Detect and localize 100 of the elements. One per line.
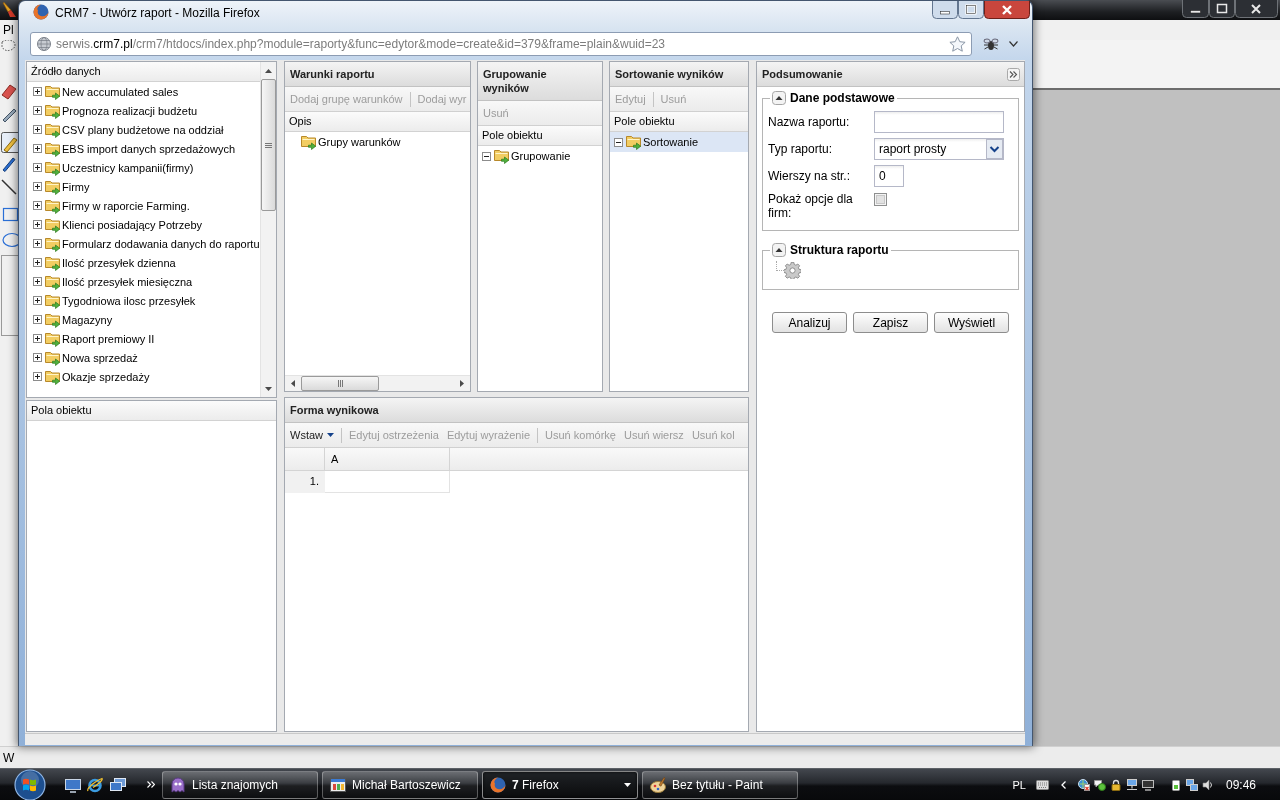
plus-box-icon[interactable] <box>33 372 42 381</box>
tree-item[interactable]: Okazje sprzedaży <box>27 367 260 386</box>
minimize-button[interactable] <box>1182 0 1209 18</box>
plus-box-icon[interactable] <box>33 125 42 134</box>
horizontal-scrollbar[interactable] <box>285 375 470 391</box>
select-field[interactable]: raport prosty <box>874 138 1004 160</box>
tree-item[interactable]: Firmy <box>27 177 260 196</box>
plus-box-icon[interactable] <box>33 277 42 286</box>
plus-box-icon[interactable] <box>33 296 42 305</box>
taskbar-button[interactable]: 7 Firefox <box>482 770 638 799</box>
maximize-button[interactable] <box>1209 0 1235 18</box>
up-arrow-icon[interactable] <box>265 69 272 73</box>
window-title: CRM7 - Utwórz raport - Mozilla Firefox <box>55 6 260 21</box>
plus-box-icon[interactable] <box>33 163 42 172</box>
tree-item[interactable]: New accumulated sales <box>27 82 260 101</box>
folder-icon <box>45 197 61 214</box>
collapse-icon[interactable] <box>772 91 786 105</box>
bug-icon[interactable] <box>983 37 999 51</box>
left-arrow-icon[interactable] <box>291 380 295 387</box>
tree-item[interactable]: CSV plany budżetowe na oddział <box>27 120 260 139</box>
star-icon[interactable] <box>949 36 966 52</box>
plus-box-icon[interactable] <box>33 239 42 248</box>
down-arrow-icon[interactable] <box>265 387 272 391</box>
caret-icon[interactable] <box>624 782 631 787</box>
folder-icon <box>45 83 61 100</box>
double-chevron-icon[interactable] <box>1007 68 1020 81</box>
plus-box-icon[interactable] <box>33 87 42 96</box>
plus-box-icon[interactable] <box>33 182 42 191</box>
plus-box-icon[interactable] <box>33 220 42 229</box>
e-globe-icon[interactable] <box>87 776 103 793</box>
tree-item[interactable]: Nowa sprzedaż <box>27 348 260 367</box>
tree-item[interactable]: Grupowanie <box>478 146 602 166</box>
plus-box-icon[interactable] <box>33 353 42 362</box>
two-screens-icon[interactable] <box>1185 778 1198 791</box>
clock[interactable]: 09:46 <box>1225 777 1256 792</box>
minus-box-icon[interactable] <box>482 151 491 161</box>
start-button[interactable] <box>14 768 46 800</box>
tree-item[interactable]: Grupy warunków <box>285 132 470 152</box>
minus-box-icon[interactable] <box>614 137 623 147</box>
folder-icon <box>626 134 642 150</box>
grid-cell[interactable] <box>325 471 450 493</box>
stacked-windows-icon[interactable] <box>110 776 126 793</box>
lock-icon[interactable] <box>1109 778 1122 791</box>
speech-bubble-icon[interactable] <box>1093 778 1106 791</box>
taskbar-button[interactable]: Michał Bartoszewicz <box>322 770 478 799</box>
folder-icon <box>45 235 61 252</box>
status-text: W <box>3 750 15 765</box>
vertical-scrollbar[interactable] <box>260 62 276 397</box>
computer-icon[interactable] <box>1125 778 1138 791</box>
caret-icon[interactable] <box>1009 41 1018 47</box>
plus-box-icon[interactable] <box>33 258 42 267</box>
column-header: Opis <box>285 112 470 132</box>
taskbar-button[interactable]: Bez tytułu - Paint <box>642 770 798 799</box>
action-button[interactable]: Wyświetl <box>934 312 1009 333</box>
monitor-icon[interactable] <box>1141 778 1154 791</box>
globe-icon[interactable] <box>1077 778 1090 791</box>
gear-icon[interactable] <box>784 262 801 279</box>
scrollbar-thumb[interactable] <box>261 79 276 211</box>
number-field[interactable]: 0 <box>874 165 904 187</box>
checkbox[interactable] <box>874 193 887 206</box>
tree-item[interactable]: Sortowanie <box>610 132 748 152</box>
folder-icon <box>45 311 61 328</box>
language-indicator[interactable]: PL <box>1012 778 1026 791</box>
column-header[interactable]: A <box>325 448 450 470</box>
tree-item[interactable]: Tygodniowa ilosc przesyłek <box>27 291 260 310</box>
plus-box-icon[interactable] <box>33 334 42 343</box>
tree-item[interactable]: Uczestnicy kampanii(firmy) <box>27 158 260 177</box>
collapse-icon[interactable] <box>772 243 786 257</box>
tree-item[interactable]: Klienci posiadający Potrzeby <box>27 215 260 234</box>
minimize-button[interactable] <box>932 1 958 19</box>
keyboard-icon[interactable] <box>1035 779 1049 790</box>
tree-item[interactable]: Ilość przesyłek dzienna <box>27 253 260 272</box>
tree-item[interactable]: Ilość przesyłek miesięczna <box>27 272 260 291</box>
tree-item[interactable]: Firmy w raporcie Farming. <box>27 196 260 215</box>
chevron-icon[interactable] <box>1060 780 1066 789</box>
tree-item[interactable]: Prognoza realizacji budżetu <box>27 101 260 120</box>
action-button[interactable]: Zapisz <box>853 312 928 333</box>
plus-box-icon[interactable] <box>33 106 42 115</box>
menu-item[interactable]: Pl <box>3 23 14 37</box>
taskbar-button[interactable]: Lista znajomych <box>162 770 318 799</box>
tree-item[interactable]: Formularz dodawania danych do raportu <box>27 234 260 253</box>
close-button[interactable] <box>1235 0 1278 18</box>
close-button[interactable] <box>984 1 1030 19</box>
menu-button[interactable]: Wstaw <box>286 425 338 445</box>
caret-icon[interactable] <box>986 139 1003 159</box>
tree-item[interactable]: Raport premiowy II <box>27 329 260 348</box>
plus-box-icon[interactable] <box>33 315 42 324</box>
action-button[interactable]: Analizuj <box>772 312 847 333</box>
battery-icon[interactable] <box>1169 778 1182 791</box>
plus-box-icon[interactable] <box>33 201 42 210</box>
plus-box-icon[interactable] <box>33 144 42 153</box>
right-arrow-icon[interactable] <box>460 380 464 387</box>
text-field[interactable] <box>874 111 1004 133</box>
scrollbar-thumb[interactable] <box>301 376 379 391</box>
desktop-icon[interactable] <box>65 776 81 793</box>
tree-item[interactable]: Magazyny <box>27 310 260 329</box>
browser-icon <box>33 4 49 20</box>
address-field[interactable]: serwis.crm7.pl/crm7/htdocs/index.php?module=raporty&func=edytor&mode=create&id=379&frame=plain&wuid=23 <box>30 32 972 56</box>
speaker-icon[interactable] <box>1201 778 1214 791</box>
tree-item[interactable]: EBS import danych sprzedażowych <box>27 139 260 158</box>
